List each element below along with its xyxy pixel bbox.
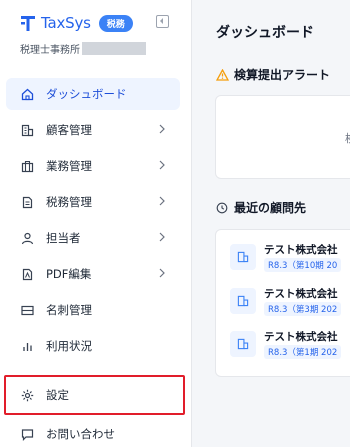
client-name: テスト株式会社	[264, 331, 338, 343]
sidebar-item-label: PDF編集	[46, 267, 92, 281]
pdf-icon	[20, 267, 34, 281]
brand[interactable]: TaxSys 税務	[20, 12, 133, 34]
chevron-right-icon	[159, 196, 165, 206]
brand-badge: 税務	[98, 14, 133, 32]
sidebar-item-label: 利用状況	[46, 339, 92, 353]
sidebar-item-contact[interactable]: お問い合わせ	[6, 418, 180, 447]
sidebar-item-staff[interactable]: 担当者	[6, 222, 180, 254]
chat-icon	[20, 427, 34, 441]
client-name: テスト株式会社	[264, 244, 338, 256]
sidebar-item-pdf[interactable]: PDF編集	[6, 258, 180, 290]
client-period: R8.3（第3期 202	[264, 302, 342, 316]
client-row[interactable]: テスト株式会社 R8.3（第10期 20	[230, 240, 350, 274]
sidebar-item-label: 名刺管理	[46, 303, 92, 317]
building-icon	[230, 288, 256, 314]
sidebar-item-usage[interactable]: 利用状況	[6, 330, 180, 362]
chevron-right-icon	[159, 232, 165, 242]
home-icon	[20, 87, 34, 101]
sidebar-item-settings[interactable]: 設定	[4, 375, 185, 415]
chevron-right-icon	[159, 124, 165, 134]
logo-icon	[21, 16, 35, 31]
sidebar-item-label: お問い合わせ	[46, 427, 115, 441]
alert-section-title: 検算提出アラート	[234, 68, 331, 82]
building-icon	[20, 123, 34, 137]
office-name-redacted	[82, 41, 146, 55]
sidebar-item-label: ダッシュボード	[46, 87, 127, 101]
sidebar-item-clients[interactable]: 顧客管理	[6, 114, 180, 146]
gear-icon	[20, 388, 34, 402]
sidebar-item-dashboard[interactable]: ダッシュボード	[6, 78, 180, 110]
warning-icon	[216, 68, 229, 81]
building-icon	[230, 244, 256, 270]
building-icon	[230, 331, 256, 357]
sidebar-collapse-icon[interactable]	[156, 15, 169, 28]
client-period: R8.3（第10期 20	[264, 258, 342, 272]
office-name: 税理士事務所	[20, 40, 146, 56]
sidebar-item-label: 業務管理	[46, 159, 92, 173]
alert-card: 検	[215, 95, 350, 179]
sidebar: TaxSys 税務 税理士事務所 ダッシュボード 顧客管理 業務管理 税務管理	[0, 0, 192, 447]
alert-section-header: 検算提出アラート	[216, 66, 330, 83]
sidebar-item-business-cards[interactable]: 名刺管理	[6, 294, 180, 326]
recent-section-header: 最近の顧問先	[216, 199, 306, 216]
recent-clients-card: テスト株式会社 R8.3（第10期 20 テスト株式会社 R8.3（第3期 20…	[215, 229, 350, 377]
brand-name: TaxSys	[41, 14, 91, 32]
page-title: ダッシュボード	[216, 25, 314, 41]
sidebar-item-label: 設定	[46, 388, 69, 402]
recent-section-title: 最近の顧問先	[234, 201, 307, 215]
chevron-right-icon	[159, 160, 165, 170]
sidebar-item-label: 担当者	[46, 231, 81, 245]
clock-icon	[216, 202, 228, 213]
sidebar-item-work[interactable]: 業務管理	[6, 150, 180, 182]
client-row[interactable]: テスト株式会社 R8.3（第1期 202	[230, 327, 350, 361]
client-row[interactable]: テスト株式会社 R8.3（第3期 202	[230, 284, 350, 318]
user-icon	[20, 231, 34, 245]
sidebar-item-label: 顧客管理	[46, 123, 92, 137]
client-period: R8.3（第1期 202	[264, 345, 342, 359]
card-icon	[20, 303, 34, 317]
chevron-right-icon	[159, 268, 165, 278]
alert-card-text: 検	[345, 130, 350, 146]
client-name: テスト株式会社	[264, 288, 338, 300]
sidebar-item-tax[interactable]: 税務管理	[6, 186, 180, 218]
main-content: ダッシュボード 検算提出アラート 検 最近の顧問先 テスト株式会社 R8.3（第…	[193, 0, 350, 447]
bar-chart-icon	[20, 339, 34, 353]
briefcase-icon	[20, 159, 34, 173]
document-icon	[20, 195, 34, 209]
sidebar-item-label: 税務管理	[46, 195, 92, 209]
office-label: 税理士事務所	[20, 44, 80, 56]
